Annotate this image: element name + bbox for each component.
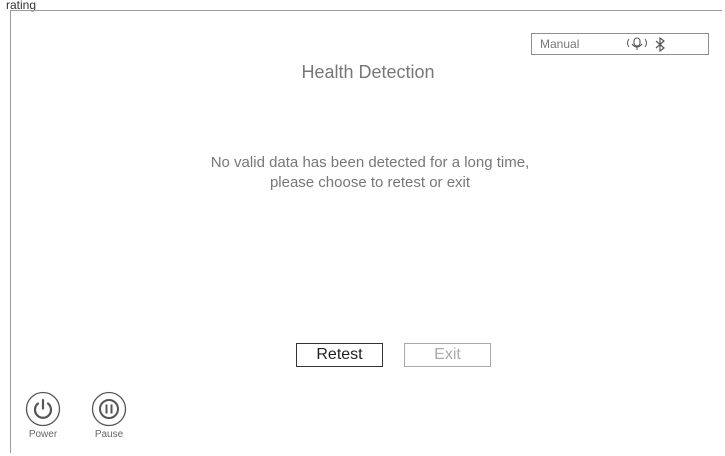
power-label: Power [28, 429, 58, 440]
mode-label: Manual [540, 37, 580, 51]
microphone-icon [626, 37, 648, 56]
detection-message: No valid data has been detected for a lo… [0, 153, 725, 193]
power-control[interactable]: Power [23, 391, 63, 440]
retest-button[interactable]: Retest [296, 343, 383, 367]
power-icon[interactable] [23, 391, 63, 427]
exit-button[interactable]: Exit [404, 343, 491, 367]
pause-label: Pause [94, 429, 124, 440]
pause-control[interactable]: Pause [89, 391, 129, 440]
page-title: Health Detection [301, 62, 435, 82]
message-line-2: please choose to retest or exit [269, 174, 471, 191]
bluetooth-icon [654, 36, 666, 57]
status-bar: Manual [531, 33, 709, 55]
message-line-1: No valid data has been detected for a lo… [210, 154, 530, 171]
pause-icon[interactable] [89, 391, 129, 427]
